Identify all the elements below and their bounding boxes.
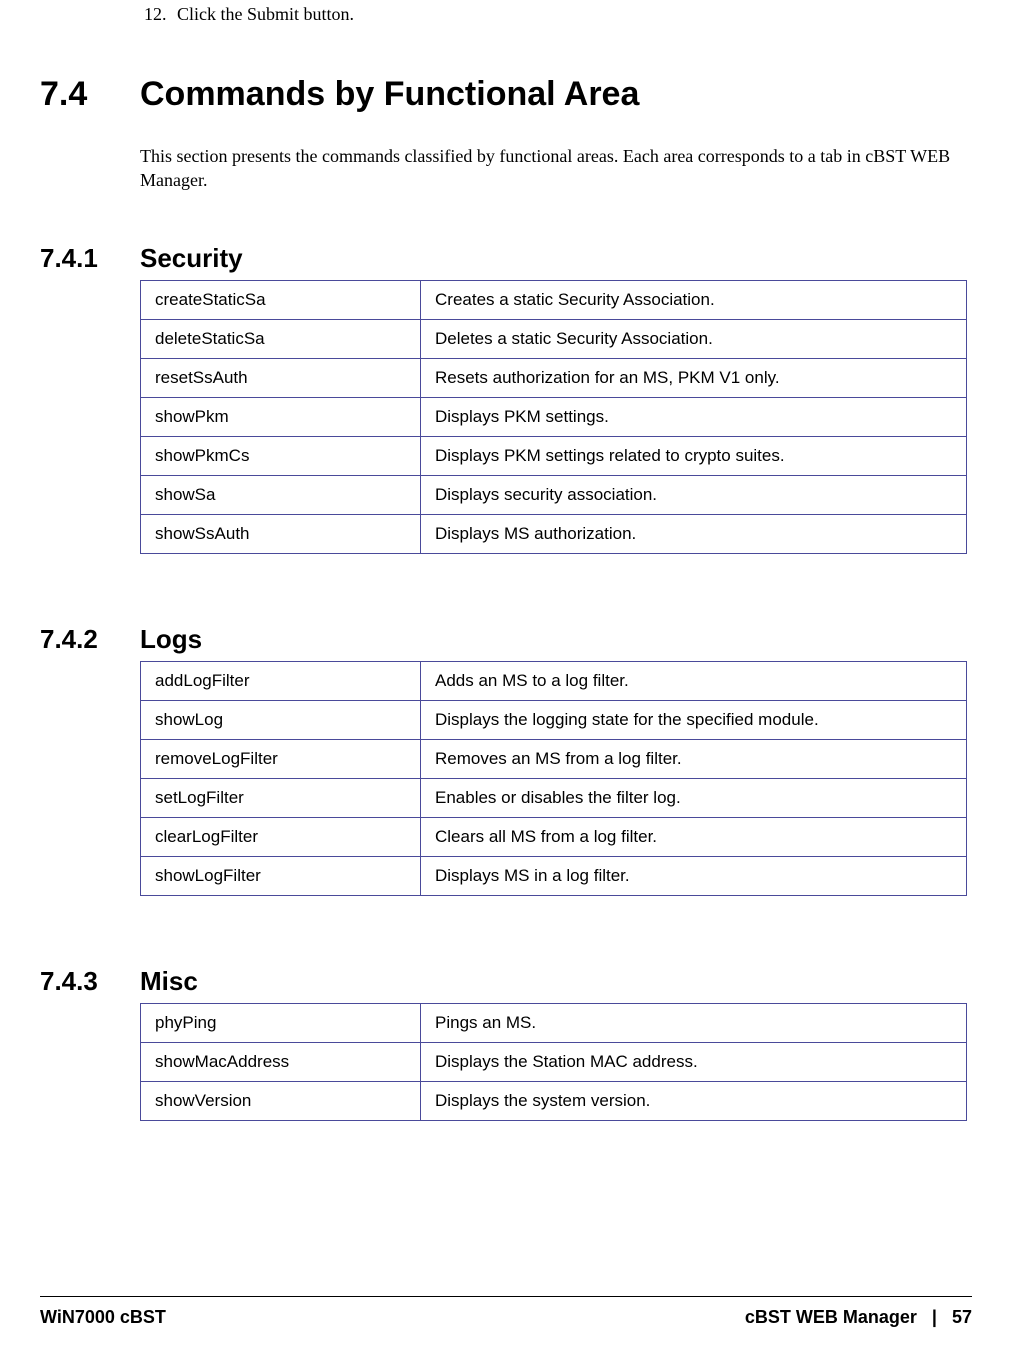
table-row: showSsAuthDisplays MS authorization.	[141, 514, 967, 553]
command-name: showPkm	[141, 397, 421, 436]
command-name: resetSsAuth	[141, 358, 421, 397]
table-row: setLogFilterEnables or disables the filt…	[141, 778, 967, 817]
table-row: showSaDisplays security association.	[141, 475, 967, 514]
command-name: deleteStaticSa	[141, 319, 421, 358]
subsection-number: 7.4.1	[40, 243, 140, 274]
command-description: Displays PKM settings related to crypto …	[421, 436, 967, 475]
section-intro: This section presents the commands class…	[140, 144, 962, 193]
table-row: showLogDisplays the logging state for th…	[141, 700, 967, 739]
table-row: showPkmCsDisplays PKM settings related t…	[141, 436, 967, 475]
table-row: showVersionDisplays the system version.	[141, 1081, 967, 1120]
command-description: Deletes a static Security Association.	[421, 319, 967, 358]
command-description: Creates a static Security Association.	[421, 280, 967, 319]
table-row: showPkmDisplays PKM settings.	[141, 397, 967, 436]
command-description: Displays the system version.	[421, 1081, 967, 1120]
command-name: showSa	[141, 475, 421, 514]
footer-right: cBST WEB Manager | 57	[745, 1307, 972, 1328]
command-name: addLogFilter	[141, 661, 421, 700]
command-description: Displays PKM settings.	[421, 397, 967, 436]
page-content: 12. Click the Submit button. 7.4 Command…	[40, 0, 972, 1121]
step-number: 12.	[144, 4, 167, 24]
subsection-number: 7.4.3	[40, 966, 140, 997]
step-text: Click the Submit button.	[177, 4, 354, 24]
command-description: Displays the Station MAC address.	[421, 1042, 967, 1081]
footer-separator: |	[932, 1307, 937, 1327]
numbered-step: 12. Click the Submit button.	[144, 4, 972, 25]
footer-manager-label: cBST WEB Manager	[745, 1307, 917, 1327]
command-name: setLogFilter	[141, 778, 421, 817]
subsection-heading: 7.4.3Misc	[40, 966, 972, 997]
subsection-title: Misc	[140, 966, 198, 997]
command-name: phyPing	[141, 1003, 421, 1042]
command-description: Enables or disables the filter log.	[421, 778, 967, 817]
subsection: 7.4.2Logs addLogFilterAdds an MS to a log…	[40, 624, 972, 896]
table-row: showMacAddressDisplays the Station MAC a…	[141, 1042, 967, 1081]
command-name: showVersion	[141, 1081, 421, 1120]
command-name: clearLogFilter	[141, 817, 421, 856]
command-name: showSsAuth	[141, 514, 421, 553]
footer-left: WiN7000 cBST	[40, 1307, 166, 1328]
command-table: createStaticSaCreates a static Security …	[140, 280, 967, 554]
subsection: 7.4.1Security createStaticSaCreates a sta…	[40, 243, 972, 554]
command-description: Adds an MS to a log filter.	[421, 661, 967, 700]
command-description: Displays security association.	[421, 475, 967, 514]
command-description: Displays MS in a log filter.	[421, 856, 967, 895]
table-row: deleteStaticSaDeletes a static Security …	[141, 319, 967, 358]
command-description: Removes an MS from a log filter.	[421, 739, 967, 778]
subsection-heading: 7.4.2Logs	[40, 624, 972, 655]
subsection-title: Logs	[140, 624, 202, 655]
command-description: Pings an MS.	[421, 1003, 967, 1042]
command-table: addLogFilterAdds an MS to a log filter.s…	[140, 661, 967, 896]
subsection-number: 7.4.2	[40, 624, 140, 655]
command-description: Clears all MS from a log filter.	[421, 817, 967, 856]
table-row: clearLogFilterClears all MS from a log f…	[141, 817, 967, 856]
table-row: removeLogFilterRemoves an MS from a log …	[141, 739, 967, 778]
section-heading: 7.4 Commands by Functional Area	[40, 75, 972, 114]
table-row: resetSsAuthResets authorization for an M…	[141, 358, 967, 397]
section-title: Commands by Functional Area	[140, 75, 639, 114]
command-name: removeLogFilter	[141, 739, 421, 778]
command-description: Displays MS authorization.	[421, 514, 967, 553]
command-table: phyPingPings an MS.showMacAddressDisplay…	[140, 1003, 967, 1121]
section-number: 7.4	[40, 75, 140, 114]
command-name: showPkmCs	[141, 436, 421, 475]
page-footer: WiN7000 cBST cBST WEB Manager | 57	[40, 1296, 972, 1328]
table-row: createStaticSaCreates a static Security …	[141, 280, 967, 319]
footer-page-number: 57	[952, 1307, 972, 1327]
table-row: showLogFilterDisplays MS in a log filter…	[141, 856, 967, 895]
command-name: showMacAddress	[141, 1042, 421, 1081]
command-name: showLogFilter	[141, 856, 421, 895]
command-name: showLog	[141, 700, 421, 739]
command-description: Resets authorization for an MS, PKM V1 o…	[421, 358, 967, 397]
command-name: createStaticSa	[141, 280, 421, 319]
subsection-heading: 7.4.1Security	[40, 243, 972, 274]
table-row: addLogFilterAdds an MS to a log filter.	[141, 661, 967, 700]
command-description: Displays the logging state for the speci…	[421, 700, 967, 739]
subsection-title: Security	[140, 243, 243, 274]
table-row: phyPingPings an MS.	[141, 1003, 967, 1042]
subsection: 7.4.3Misc phyPingPings an MS.showMacAddre…	[40, 966, 972, 1121]
